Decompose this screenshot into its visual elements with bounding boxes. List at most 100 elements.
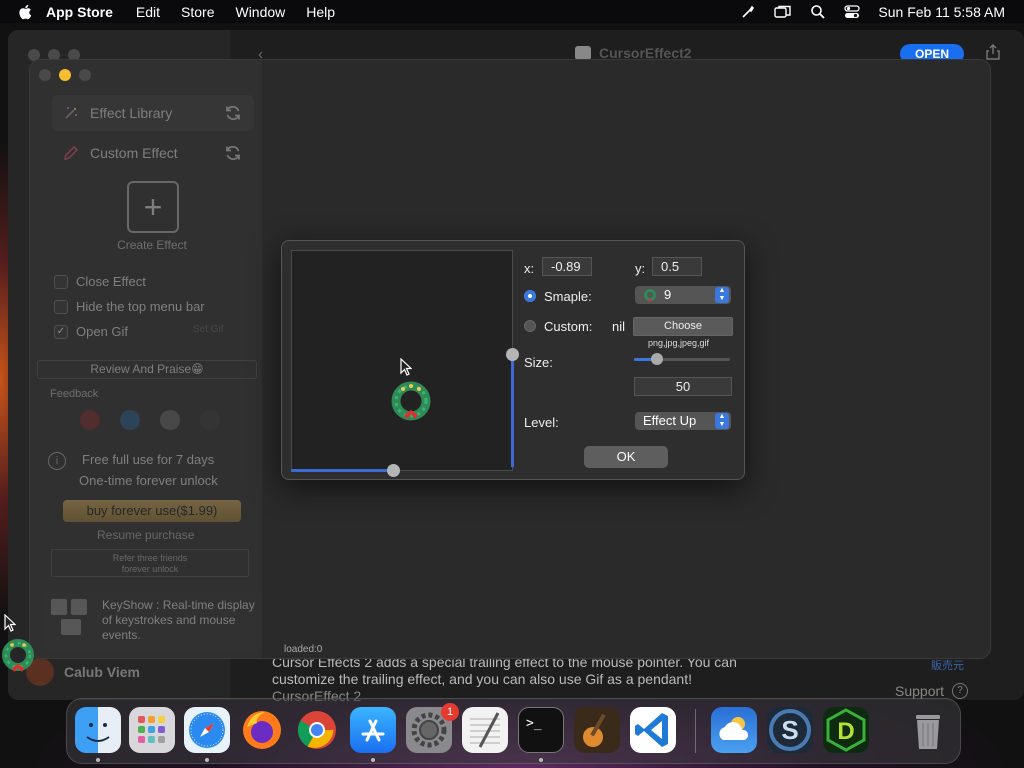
sample-select[interactable]: 9 ▲ ▼: [635, 286, 731, 304]
vertical-position-slider[interactable]: [506, 348, 519, 361]
mouse-cursor-icon: [4, 614, 16, 632]
level-label: Level:: [524, 415, 559, 430]
checkbox-box: [54, 299, 68, 314]
dock-finder-icon[interactable]: [75, 707, 121, 753]
terminal-prompt-glyph: >_: [526, 716, 542, 731]
review-and-praise-button[interactable]: Review And Praise😁: [37, 360, 257, 379]
dock-textedit-icon[interactable]: [462, 707, 508, 753]
menu-datetime[interactable]: Sun Feb 11 5:58 AM: [878, 4, 1005, 20]
choose-file-button[interactable]: Choose: [633, 317, 733, 336]
youtube-icon[interactable]: [80, 410, 100, 430]
running-indicator: [96, 758, 100, 762]
dock-garageband-icon[interactable]: [574, 707, 620, 753]
level-select[interactable]: Effect Up ▲ ▼: [635, 412, 731, 430]
resume-purchase-link[interactable]: Resume purchase: [97, 528, 194, 542]
apple-logo-icon[interactable]: [18, 4, 32, 20]
refer-line: forever unlock: [121, 564, 179, 574]
feedback-label: Feedback: [50, 388, 99, 400]
dock-firefox-icon[interactable]: [239, 707, 285, 753]
open-gif-checkbox[interactable]: ✓ Open Gif: [54, 324, 128, 339]
keyshow-description: KeyShow : Real-time display of keystroke…: [102, 598, 255, 642]
size-slider[interactable]: [634, 353, 730, 365]
control-center-icon[interactable]: [844, 4, 861, 20]
y-coordinate-field[interactable]: 0.5: [652, 257, 702, 276]
set-gif-button[interactable]: Set Gif: [193, 324, 224, 335]
menu-store[interactable]: Store: [181, 4, 214, 20]
menu-window[interactable]: Window: [235, 4, 285, 20]
menu-app-name[interactable]: App Store: [46, 4, 113, 20]
horizontal-position-slider[interactable]: [387, 464, 400, 477]
close-effect-checkbox[interactable]: Close Effect: [54, 274, 146, 289]
keyshow-promo[interactable]: KeyShow : Real-time display of keystroke…: [44, 593, 260, 651]
support-link[interactable]: Support ?: [895, 683, 969, 699]
menu-edit[interactable]: Edit: [136, 4, 160, 20]
developer-link[interactable]: 販売元: [931, 657, 964, 673]
app-title-text: CursorEffect2: [599, 45, 692, 61]
hide-menu-bar-checkbox[interactable]: Hide the top menu bar: [54, 299, 205, 314]
info-icon: i: [48, 452, 66, 470]
create-effect-button[interactable]: +: [127, 181, 179, 233]
support-label: Support: [895, 683, 945, 699]
dock: 1 >_ S D: [66, 698, 961, 764]
close-window-button[interactable]: [39, 69, 51, 81]
dock-trash-icon[interactable]: [905, 707, 951, 753]
vertical-position-track: [511, 354, 514, 467]
custom-file-value: nil: [612, 319, 626, 334]
checkmark-icon: ✓: [54, 324, 68, 339]
svg-text:S: S: [781, 715, 798, 745]
custom-radio-button[interactable]: [524, 320, 536, 332]
custom-label: Custom:: [544, 319, 593, 334]
size-value-field[interactable]: 50: [634, 377, 732, 396]
screen-mirror-icon[interactable]: [774, 4, 792, 20]
unlock-text: One-time forever unlock: [79, 473, 218, 488]
chevron-updown-icon: ▲ ▼: [715, 413, 729, 429]
sidebar-item-effect-library[interactable]: Effect Library: [52, 95, 254, 131]
effect-preview-area[interactable]: [291, 250, 519, 477]
chevron-updown-icon: ▲ ▼: [715, 287, 729, 303]
refer-friends-button[interactable]: Refer three friends forever unlock: [51, 549, 249, 577]
buy-forever-button[interactable]: buy forever use($1.99): [63, 500, 241, 522]
horizontal-position-track: [291, 469, 394, 472]
running-indicator: [371, 758, 375, 762]
size-slider-knob[interactable]: [651, 353, 664, 365]
dock-safari-icon[interactable]: [184, 707, 230, 753]
dock-app-store-icon[interactable]: [350, 707, 396, 753]
ok-button[interactable]: OK: [584, 446, 668, 468]
refresh-icon[interactable]: [224, 104, 242, 122]
dock-weather-icon[interactable]: [711, 707, 757, 753]
sidebar-item-custom-effect[interactable]: Custom Effect: [52, 135, 254, 171]
app-icon: [575, 46, 591, 60]
mouse-cursor-icon: [400, 358, 412, 376]
refresh-icon[interactable]: [224, 144, 242, 162]
minimize-window-button[interactable]: [59, 69, 71, 81]
x-coordinate-field[interactable]: -0.89: [542, 257, 592, 276]
dock-terminal-icon[interactable]: >_: [518, 707, 564, 753]
spotlight-search-icon[interactable]: [810, 4, 826, 20]
twitter-icon[interactable]: [120, 410, 140, 430]
x-label: x:: [524, 261, 535, 276]
loaded-status: loaded:0: [284, 644, 323, 655]
refer-line: Refer three friends: [112, 553, 188, 563]
dock-scrivener-icon[interactable]: S: [767, 707, 813, 753]
menu-help[interactable]: Help: [306, 4, 335, 20]
sample-label: Smaple:: [544, 289, 592, 304]
wreath-thumbnail-icon: [644, 289, 656, 302]
tiktok-icon[interactable]: [200, 410, 220, 430]
user-name: Calub Viem: [64, 664, 140, 680]
dock-dash-icon[interactable]: D: [823, 707, 869, 753]
dock-launchpad-icon[interactable]: [129, 707, 175, 753]
dock-chrome-icon[interactable]: [294, 707, 340, 753]
mail-icon[interactable]: [160, 410, 180, 430]
account-button[interactable]: Calub Viem: [26, 658, 140, 686]
dock-vscode-icon[interactable]: [630, 707, 676, 753]
pen-icon[interactable]: [740, 4, 756, 20]
supported-file-types: png,jpg,jpeg,gif: [648, 338, 710, 348]
checkbox-box: [54, 274, 68, 289]
share-icon[interactable]: [986, 44, 1000, 60]
running-indicator: [539, 758, 543, 762]
keyshow-icon: [51, 599, 89, 637]
free-trial-text: Free full use for 7 days: [82, 452, 215, 467]
y-label: y:: [635, 261, 646, 276]
sample-radio-button[interactable]: [524, 290, 536, 302]
zoom-window-button[interactable]: [79, 69, 91, 81]
